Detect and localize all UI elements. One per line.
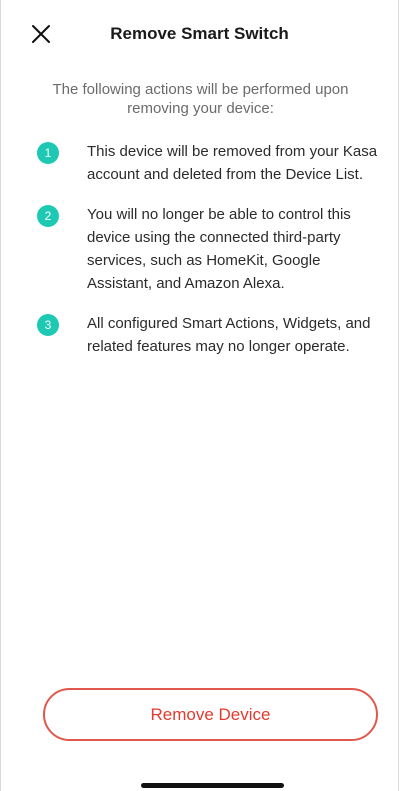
home-indicator	[141, 783, 284, 788]
page-title: Remove Smart Switch	[110, 24, 289, 43]
steps-list: 1 This device will be removed from your …	[37, 140, 387, 375]
remove-device-screen: Remove Smart Switch The following action…	[0, 0, 399, 791]
step-item: 2 You will no longer be able to control …	[37, 203, 387, 295]
remove-device-button[interactable]: Remove Device	[43, 688, 378, 741]
step-number-badge: 1	[37, 142, 59, 164]
step-text: You will no longer be able to control th…	[87, 206, 351, 292]
step-item: 3 All configured Smart Actions, Widgets,…	[37, 312, 387, 358]
step-item: 1 This device will be removed from your …	[37, 140, 387, 186]
step-number-badge: 3	[37, 314, 59, 336]
step-text: All configured Smart Actions, Widgets, a…	[87, 315, 371, 355]
intro-text: The following actions will be performed …	[52, 81, 349, 117]
step-text: This device will be removed from your Ka…	[87, 143, 378, 183]
header: Remove Smart Switch	[1, 18, 398, 52]
step-number-badge: 2	[37, 205, 59, 227]
